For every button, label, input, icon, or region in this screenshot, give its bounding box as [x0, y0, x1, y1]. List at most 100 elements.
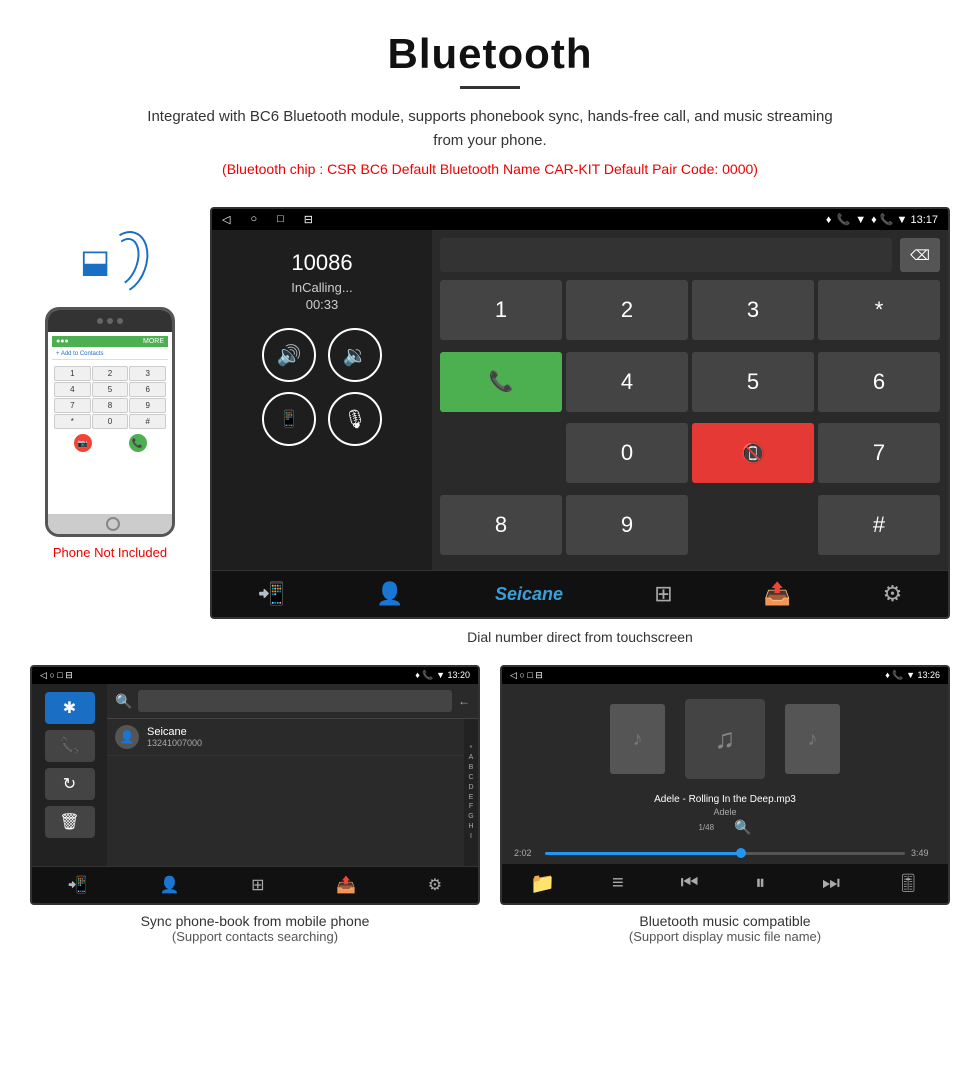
pb-bluetooth-btn[interactable]: ✱ — [45, 692, 95, 724]
music-progress-track[interactable] — [545, 852, 905, 855]
nav-menu-icon[interactable]: ⊟ — [304, 213, 313, 226]
play-pause-icon[interactable]: ⏸ — [755, 872, 765, 895]
pb-bottom-dialpad-icon[interactable]: ⊞ — [251, 875, 264, 895]
volume-down-button[interactable]: 🔉 — [328, 328, 382, 382]
pb-contact-item[interactable]: 👤 Seicane 13241007000 — [107, 719, 464, 756]
album-cover-left: ♪ — [610, 704, 665, 774]
phone-key-6[interactable]: 6 — [129, 382, 166, 397]
nav-home-icon[interactable]: ○ — [250, 213, 257, 226]
volume-up-button[interactable]: 🔊 — [262, 328, 316, 382]
phone-dot-3 — [117, 318, 123, 324]
alpha-a[interactable]: A — [469, 753, 474, 763]
dialpad-grid: 1 2 3 * 📞 4 5 6 0 📵 7 8 9 # — [440, 280, 940, 562]
alpha-h[interactable]: H — [468, 822, 473, 832]
call-signal-icon: 📞 — [837, 213, 851, 226]
phone-key-1[interactable]: 1 — [54, 366, 91, 381]
dial-key-1[interactable]: 1 — [440, 280, 562, 340]
phone-key-4[interactable]: 4 — [54, 382, 91, 397]
transfer-nav-icon[interactable]: 📤 — [764, 581, 791, 607]
dial-key-8[interactable]: 8 — [440, 495, 562, 555]
music-progress-bar: 2:02 3:49 — [502, 842, 948, 864]
phone-video-btn[interactable]: 📷 — [74, 434, 92, 452]
call-end-button[interactable]: 📵 — [692, 423, 814, 483]
phone-key-5[interactable]: 5 — [92, 382, 129, 397]
dial-key-hash[interactable]: # — [818, 495, 940, 555]
call-buttons-row-1: 🔊 🔉 — [262, 328, 382, 382]
phone-dot — [97, 318, 103, 324]
alpha-c[interactable]: C — [468, 773, 473, 783]
car-screen: ◁ ○ □ ⊟ ♦ 📞 ▼ ♦ 📞 ▼ 13:17 10086 InCallin… — [210, 207, 950, 619]
dial-key-5[interactable]: 5 — [692, 352, 814, 412]
phone-key-8[interactable]: 8 — [92, 398, 129, 413]
phone-key-7[interactable]: 7 — [54, 398, 91, 413]
dialpad-input[interactable] — [440, 238, 892, 272]
phone-bottom-row: 📷 📞 — [52, 431, 168, 455]
pb-bottom-call-icon[interactable]: 📲 — [68, 875, 88, 895]
playlist-icon[interactable]: ≡ — [612, 872, 624, 895]
phone-not-included-label: Phone Not Included — [53, 545, 167, 560]
dial-key-0[interactable]: 0 — [566, 423, 688, 483]
pb-bottom-contacts-icon[interactable]: 👤 — [159, 875, 179, 895]
dial-key-3[interactable]: 3 — [692, 280, 814, 340]
folder-icon[interactable]: 📁 — [530, 871, 555, 896]
music-current-time: 2:02 — [514, 848, 539, 858]
bt-call-icon[interactable]: 📲 — [258, 581, 285, 607]
dial-key-9[interactable]: 9 — [566, 495, 688, 555]
phone-home-btn — [48, 514, 175, 534]
alpha-d[interactable]: D — [468, 783, 473, 793]
phone-key-0[interactable]: 0 — [92, 414, 129, 429]
music-info-area: Adele - Rolling In the Deep.mp3 Adele 1/… — [502, 794, 948, 842]
settings-icon[interactable]: ⚙ — [883, 581, 903, 607]
dial-key-7[interactable]: 7 — [818, 423, 940, 483]
dial-key-6[interactable]: 6 — [818, 352, 940, 412]
pb-right-panel: 🔍 ← 👤 Seicane 13241007000 — [107, 684, 478, 866]
nav-recent-icon[interactable]: □ — [277, 213, 284, 226]
call-accept-button[interactable]: 📞 — [440, 352, 562, 412]
phone-key-9[interactable]: 9 — [129, 398, 166, 413]
album-cover-main: ♫ — [685, 699, 765, 779]
mute-button[interactable]: 🎙 — [328, 392, 382, 446]
transfer-button[interactable]: 📱 — [262, 392, 316, 446]
pb-delete-btn[interactable]: 🗑 — [45, 806, 95, 838]
music-search-icon[interactable]: 🔍 — [734, 819, 751, 836]
dial-caption: Dial number direct from touchscreen — [210, 629, 950, 645]
alpha-f[interactable]: F — [469, 802, 473, 812]
dialpad-backspace-button[interactable]: ⌫ — [900, 238, 940, 272]
pb-sync-btn[interactable]: ↻ — [45, 768, 95, 800]
phone-key-2[interactable]: 2 — [92, 366, 129, 381]
prev-track-icon[interactable]: ⏮ — [680, 872, 698, 895]
dial-key-star[interactable]: * — [818, 280, 940, 340]
contacts-icon[interactable]: 👤 — [376, 581, 403, 607]
phone-key-3[interactable]: 3 — [129, 366, 166, 381]
nav-back-icon[interactable]: ◁ — [222, 213, 230, 226]
music-caption-sub: (Support display music file name) — [500, 929, 950, 944]
dialpad-icon[interactable]: ⊞ — [654, 581, 672, 607]
equalizer-icon[interactable]: 🎚 — [897, 873, 920, 894]
next-track-icon[interactable]: ⏭ — [822, 872, 840, 895]
alpha-g[interactable]: G — [468, 812, 473, 822]
pb-search-bar: 🔍 ← — [107, 684, 478, 719]
pb-bottom-transfer-icon[interactable]: 📤 — [336, 875, 356, 895]
phone-add-contacts: + Add to Contacts — [52, 349, 168, 360]
wifi-icon: ▼ — [855, 214, 866, 226]
bluetooth-symbol: ⬓ — [80, 242, 110, 280]
bluetooth-nav-icon: ✱ — [63, 698, 76, 718]
pb-bottom-settings-icon[interactable]: ⚙ — [428, 875, 442, 895]
phone-key-star[interactable]: * — [54, 414, 91, 429]
phone-top-bar — [48, 310, 172, 332]
alpha-i[interactable]: I — [470, 832, 472, 842]
pb-call-btn[interactable]: 📞 — [45, 730, 95, 762]
pb-back-arrow-icon[interactable]: ← — [458, 694, 470, 708]
alpha-b[interactable]: B — [469, 763, 474, 773]
time-display: ♦ 📞 ▼ 13:17 — [871, 213, 938, 226]
title-underline — [460, 86, 520, 89]
dial-key-2[interactable]: 2 — [566, 280, 688, 340]
phone-dot-2 — [107, 318, 113, 324]
dial-key-4[interactable]: 4 — [566, 352, 688, 412]
phone-call-btn[interactable]: 📞 — [129, 434, 147, 452]
music-status-bar: ◁ ○ □ ⊟ ♦ 📞 ▼ 13:26 — [502, 667, 948, 684]
alpha-e[interactable]: E — [469, 793, 474, 803]
phone-key-hash[interactable]: # — [129, 414, 166, 429]
call-status: InCalling... — [291, 280, 352, 295]
pb-search-input[interactable] — [138, 690, 452, 712]
